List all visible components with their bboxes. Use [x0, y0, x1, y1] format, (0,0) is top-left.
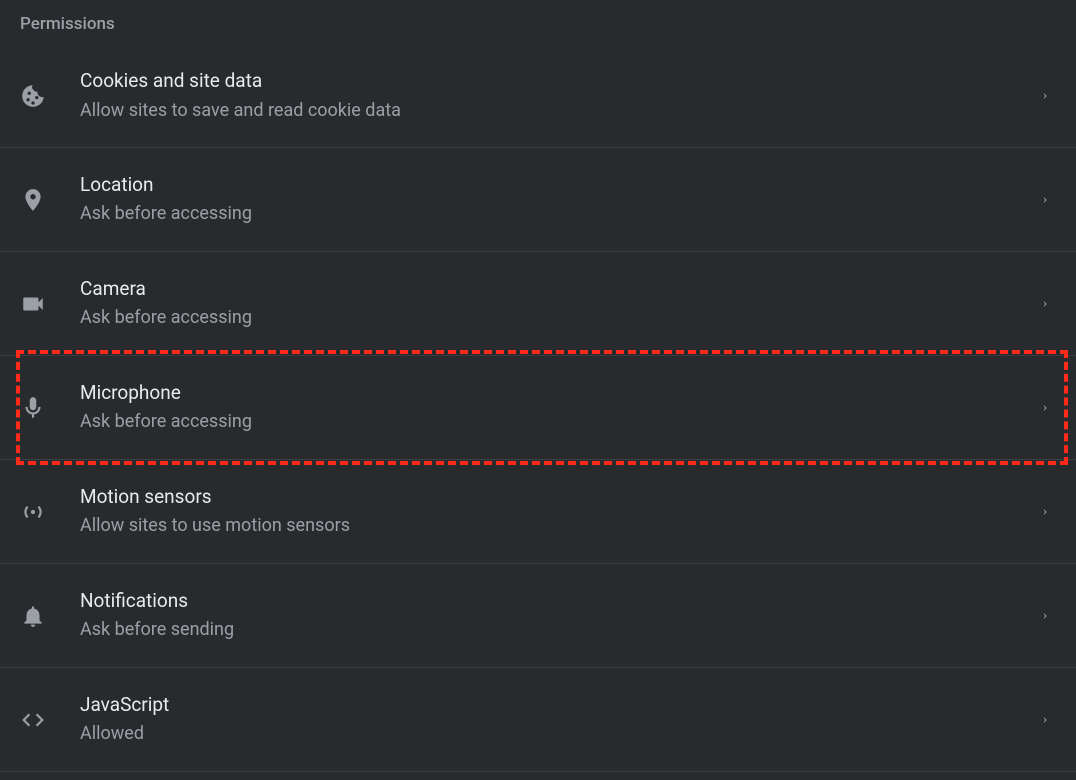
permissions-section-header: Permissions — [0, 0, 1076, 44]
permission-text: NotificationsAsk before sending — [80, 588, 1040, 644]
permission-text: Motion sensorsAllow sites to use motion … — [80, 484, 1040, 540]
permission-row-javascript[interactable]: JavaScriptAllowed — [0, 668, 1076, 772]
permission-title: JavaScript — [80, 692, 1040, 719]
permission-subtitle: Ask before accessing — [80, 408, 1040, 435]
sensors-icon — [20, 499, 80, 525]
camera-icon — [20, 291, 80, 317]
permission-text: MicrophoneAsk before accessing — [80, 380, 1040, 436]
permission-subtitle: Allow sites to save and read cookie data — [80, 97, 1040, 124]
permission-text: JavaScriptAllowed — [80, 692, 1040, 748]
permission-subtitle: Ask before accessing — [80, 200, 1040, 227]
permission-title: Notifications — [80, 588, 1040, 615]
permission-subtitle: Allow sites to use motion sensors — [80, 512, 1040, 539]
permission-title: Microphone — [80, 380, 1040, 407]
chevron-right-icon — [1040, 505, 1056, 519]
chevron-right-icon — [1040, 193, 1056, 207]
permission-text: CameraAsk before accessing — [80, 276, 1040, 332]
code-icon — [20, 707, 80, 733]
location-icon — [20, 187, 80, 213]
permission-text: Cookies and site dataAllow sites to save… — [80, 68, 1040, 124]
permission-row-location[interactable]: LocationAsk before accessing — [0, 148, 1076, 252]
chevron-right-icon — [1040, 401, 1056, 415]
chevron-right-icon — [1040, 297, 1056, 311]
cookie-icon — [20, 83, 80, 109]
chevron-right-icon — [1040, 609, 1056, 623]
permission-title: Motion sensors — [80, 484, 1040, 511]
permission-title: Camera — [80, 276, 1040, 303]
bell-icon — [20, 603, 80, 629]
permission-row-motion[interactable]: Motion sensorsAllow sites to use motion … — [0, 460, 1076, 564]
permission-row-cookies[interactable]: Cookies and site dataAllow sites to save… — [0, 44, 1076, 148]
permission-subtitle: Ask before accessing — [80, 304, 1040, 331]
permission-row-microphone[interactable]: MicrophoneAsk before accessing — [0, 356, 1076, 460]
permissions-list: Cookies and site dataAllow sites to save… — [0, 44, 1076, 772]
permission-title: Location — [80, 172, 1040, 199]
chevron-right-icon — [1040, 89, 1056, 103]
chevron-right-icon — [1040, 713, 1056, 727]
permission-subtitle: Ask before sending — [80, 616, 1040, 643]
permission-row-camera[interactable]: CameraAsk before accessing — [0, 252, 1076, 356]
permission-row-notifications[interactable]: NotificationsAsk before sending — [0, 564, 1076, 668]
permission-title: Cookies and site data — [80, 68, 1040, 95]
permission-text: LocationAsk before accessing — [80, 172, 1040, 228]
permission-subtitle: Allowed — [80, 720, 1040, 747]
microphone-icon — [20, 395, 80, 421]
